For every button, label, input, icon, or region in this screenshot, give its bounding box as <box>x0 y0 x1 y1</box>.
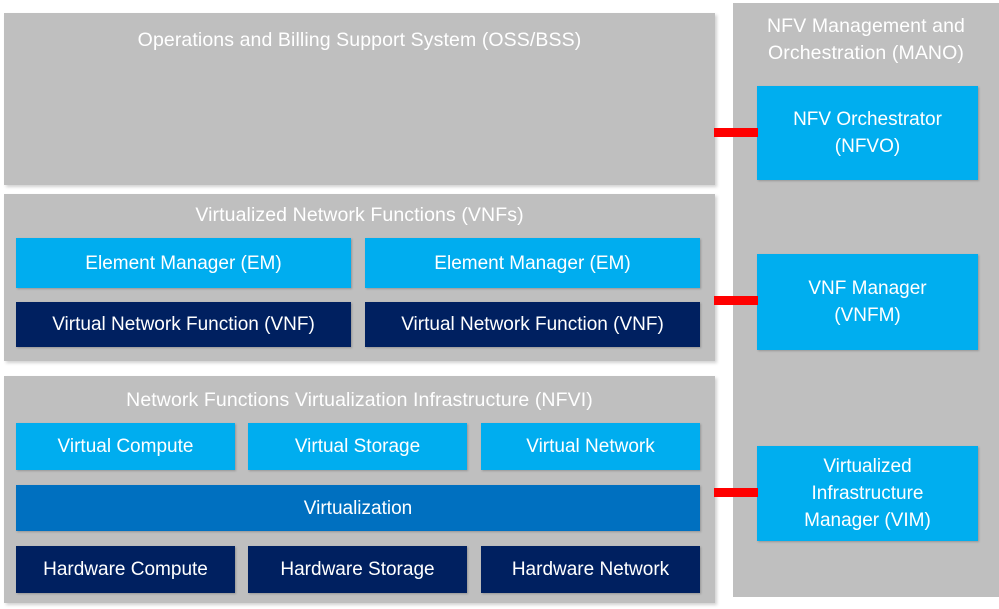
nfv-orchestrator-box[interactable]: NFV Orchestrator (NFVO) <box>757 86 978 180</box>
nfv-orchestrator-label-line1: NFV Orchestrator <box>793 109 942 130</box>
virtual-compute-label: Virtual Compute <box>57 436 194 457</box>
mano-panel-title-line2: Orchestration (MANO) <box>768 42 964 64</box>
hardware-network-label: Hardware Network <box>511 559 670 580</box>
vnf-manager-label-line2: (VNFM) <box>834 305 901 326</box>
nfvi-panel-title: Network Functions Virtualization Infrast… <box>126 389 593 411</box>
nfv-architecture-diagram: Operations and Billing Support System (O… <box>0 0 999 609</box>
vim-label-line2: Infrastructure <box>811 483 924 504</box>
hardware-storage-label: Hardware Storage <box>280 559 435 580</box>
nfv-orchestrator-label-line2: (NFVO) <box>834 136 901 157</box>
vnf-box-2[interactable]: Virtual Network Function (VNF) <box>365 302 700 347</box>
vim-label-line1: Virtualized <box>823 456 912 477</box>
virtualization-layer-box[interactable]: Virtualization <box>16 485 700 531</box>
element-manager-box-1[interactable]: Element Manager (EM) <box>16 238 351 288</box>
element-manager-box-2[interactable]: Element Manager (EM) <box>365 238 700 288</box>
vnf-manager-label-line1: VNF Manager <box>808 278 927 299</box>
virtual-compute-box[interactable]: Virtual Compute <box>16 423 235 470</box>
virtualized-infrastructure-manager-box[interactable]: Virtualized Infrastructure Manager (VIM) <box>757 446 978 541</box>
vnf-manager-box[interactable]: VNF Manager (VNFM) <box>757 254 978 350</box>
vnf-label-1: Virtual Network Function (VNF) <box>52 314 315 335</box>
vnfm-connector-line <box>714 296 758 305</box>
virtualization-layer-label: Virtualization <box>303 497 413 519</box>
virtual-network-box[interactable]: Virtual Network <box>481 423 700 470</box>
virtual-network-label: Virtual Network <box>526 436 655 457</box>
vnf-label-2: Virtual Network Function (VNF) <box>401 314 664 335</box>
oss-bss-panel-title: Operations and Billing Support System (O… <box>137 29 582 51</box>
element-manager-label-2: Element Manager (EM) <box>434 252 631 274</box>
hardware-compute-label: Hardware Compute <box>43 559 208 580</box>
virtual-storage-label: Virtual Storage <box>294 436 421 457</box>
oss-bss-panel: Operations and Billing Support System (O… <box>4 13 715 185</box>
mano-panel-title-line1: NFV Management and <box>767 15 965 37</box>
vim-label-line3: Manager (VIM) <box>804 510 931 531</box>
hardware-compute-box[interactable]: Hardware Compute <box>16 546 235 593</box>
vim-connector-line <box>714 488 758 497</box>
hardware-network-box[interactable]: Hardware Network <box>481 546 700 593</box>
virtual-storage-box[interactable]: Virtual Storage <box>248 423 467 470</box>
element-manager-label-1: Element Manager (EM) <box>85 252 282 274</box>
vnf-box-1[interactable]: Virtual Network Function (VNF) <box>16 302 351 347</box>
vnfs-panel-title: Virtualized Network Functions (VNFs) <box>195 204 524 226</box>
hardware-storage-box[interactable]: Hardware Storage <box>248 546 467 593</box>
nfvo-connector-line <box>714 128 758 137</box>
